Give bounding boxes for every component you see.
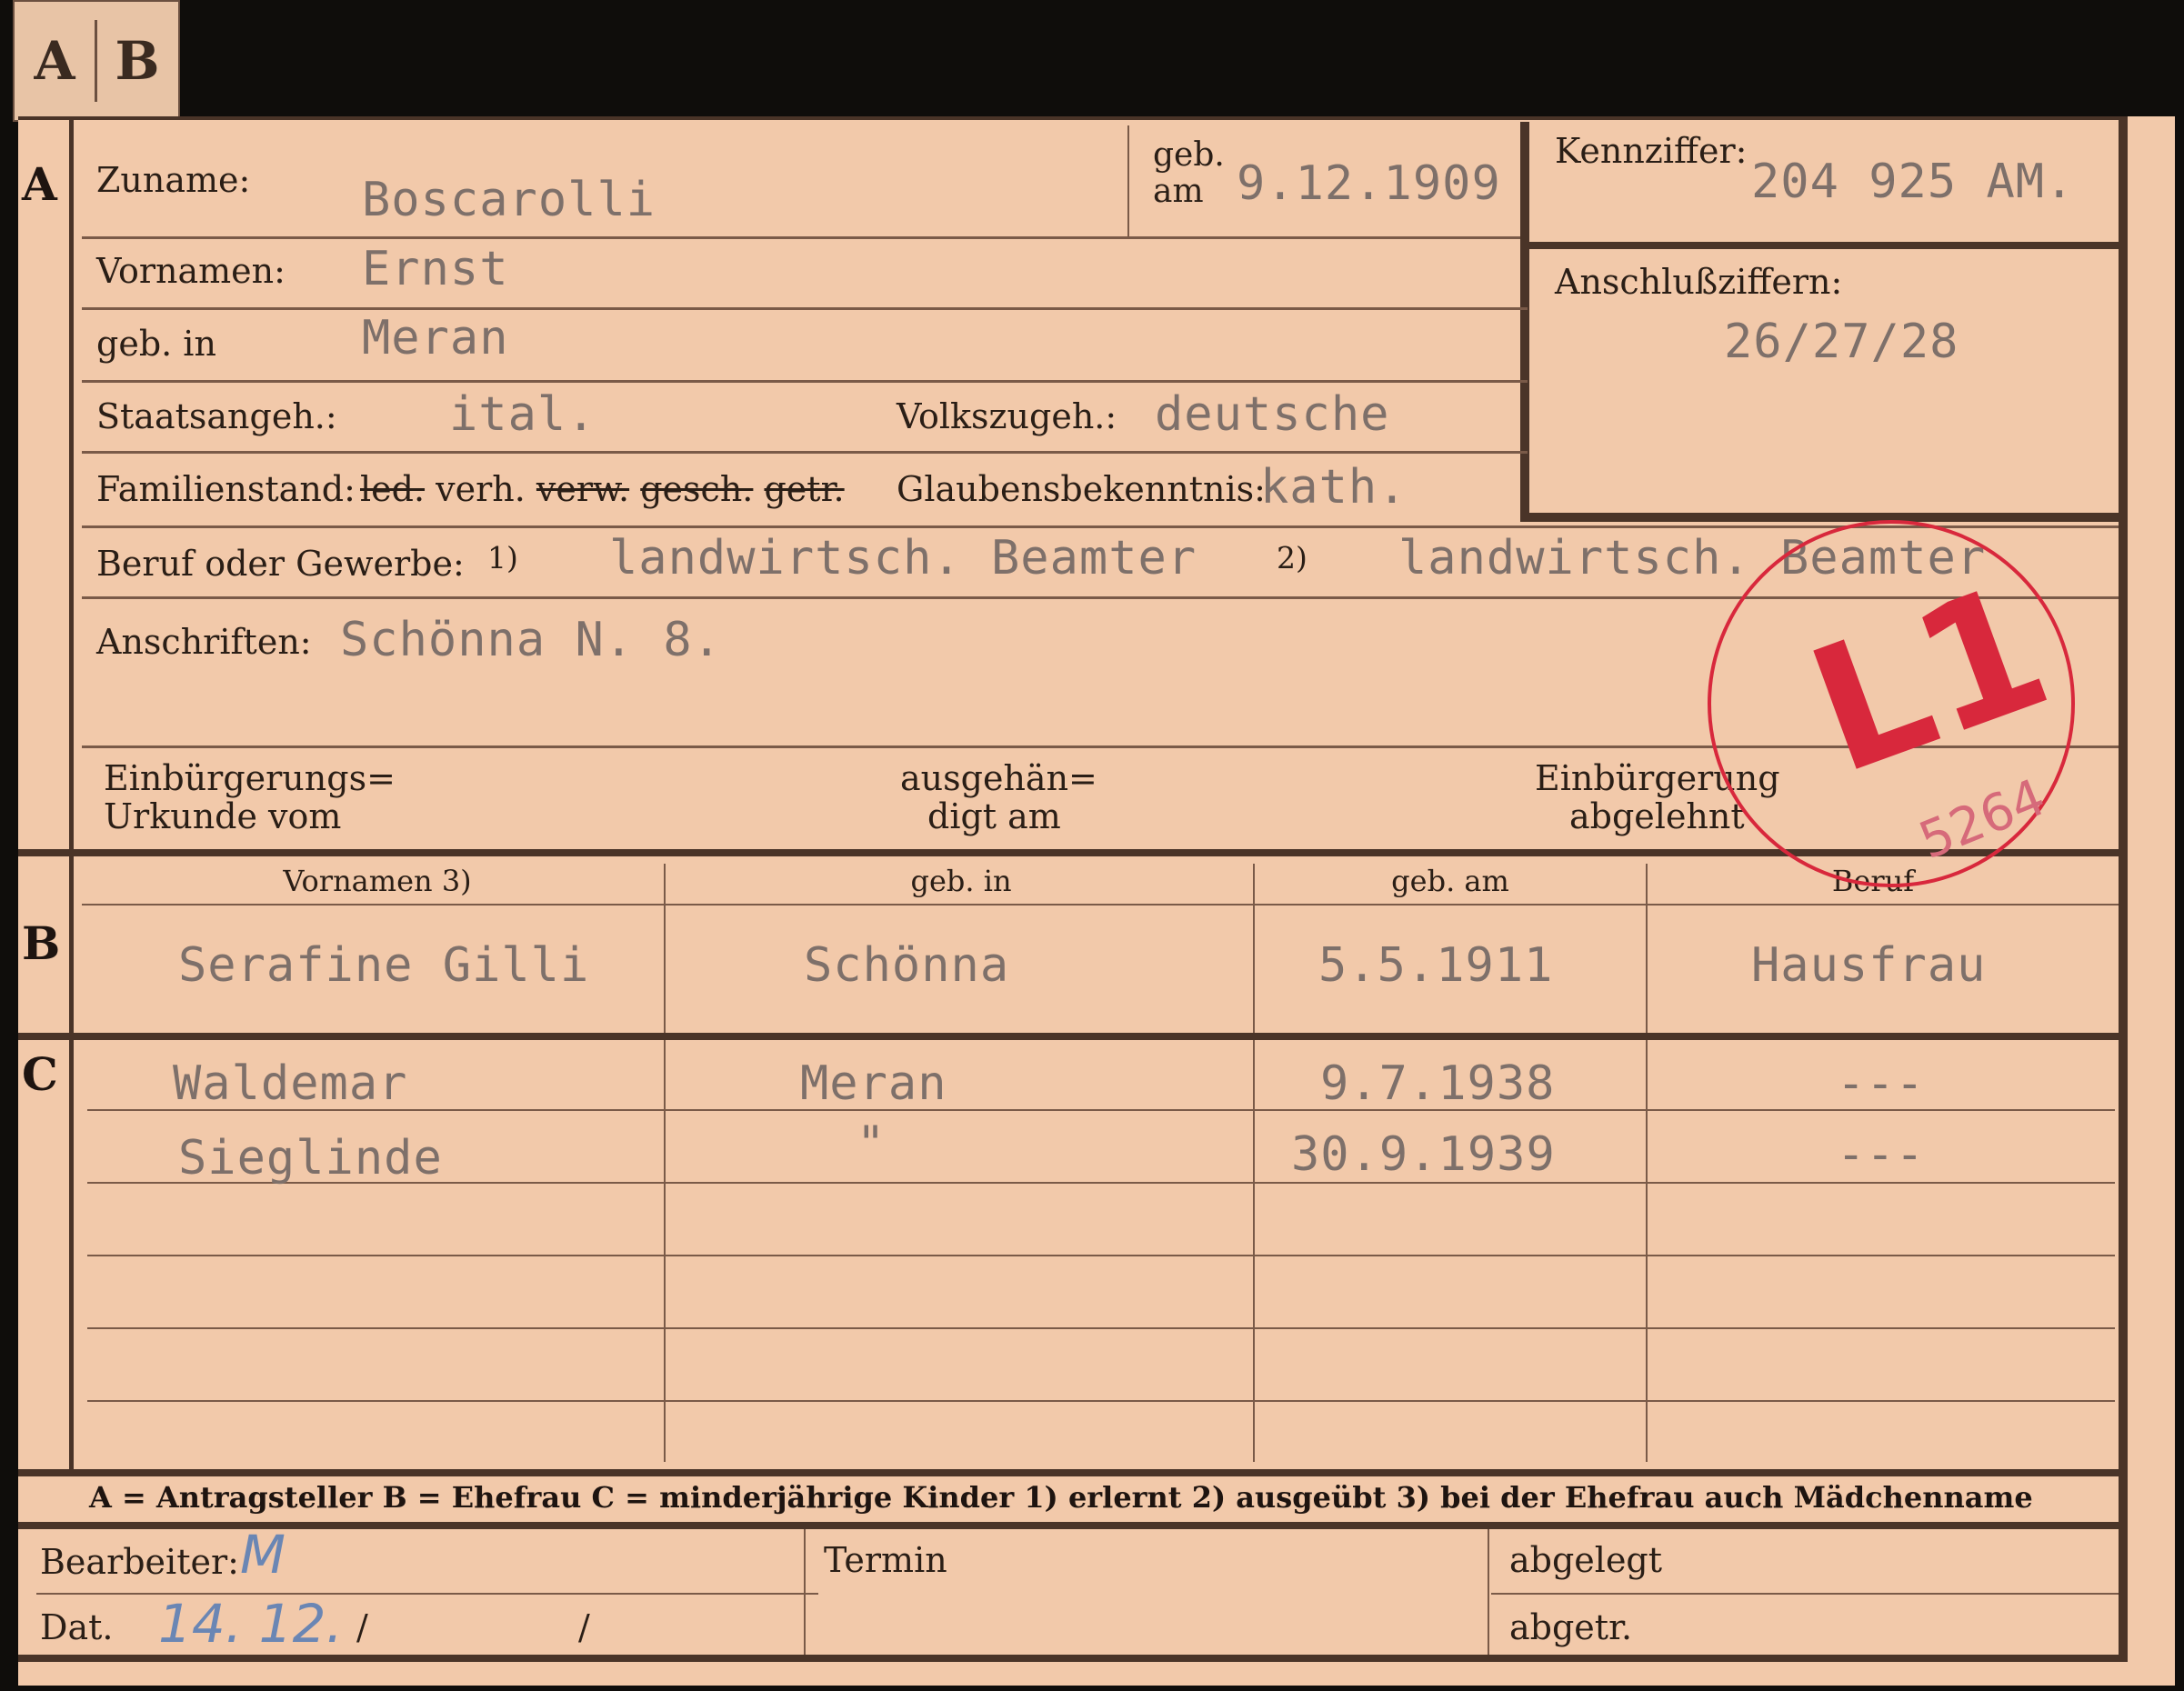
rule-a4 <box>82 451 1528 454</box>
legend-text: A = Antragsteller B = Ehefrau C = minder… <box>89 1480 2033 1515</box>
einbuergerung-label-2: Urkunde vom <box>104 796 342 836</box>
left-border <box>69 116 74 1471</box>
zuname-value: Boscarolli <box>362 173 656 227</box>
b-header-geb-am: geb. am <box>1391 864 1509 898</box>
divider-legend-footer <box>18 1522 2128 1529</box>
rule-a1 <box>82 236 1528 239</box>
divider-b-c <box>18 1033 2128 1040</box>
familienstand-option-verw: verw. <box>536 469 630 509</box>
c-row-1-geb-in: Meran <box>800 1056 947 1111</box>
anschriften-label: Anschriften: <box>96 622 312 662</box>
footer-col-line-1 <box>804 1529 806 1662</box>
kennziffer-label: Kennziffer: <box>1555 131 1748 171</box>
termin-label: Termin <box>824 1540 947 1580</box>
volks-value: deutsche <box>1155 387 1390 442</box>
bottom-border <box>18 1655 2128 1662</box>
tab-letter-a: A <box>34 30 75 92</box>
familienstand-options: led. verh. verw. gesch. getr. <box>360 469 845 509</box>
dat-sep-2: / <box>578 1607 590 1647</box>
dat-value: 14. 12. <box>158 1593 343 1655</box>
tab-letter-b: B <box>115 30 160 92</box>
kennziffer-box-left <box>1520 122 1529 522</box>
c-row-1-name: Waldemar <box>173 1056 408 1111</box>
geb-am-label-1: geb. <box>1153 136 1225 174</box>
right-border <box>2119 116 2128 1662</box>
familienstand-option-led: led. <box>360 469 426 509</box>
geb-in-label: geb. in <box>96 324 216 364</box>
geb-am-label-2: am <box>1153 173 1204 210</box>
b-geb-in-value: Schönna <box>804 938 1010 993</box>
index-card: A Zuname: Boscarolli geb. am 9.12.1909 K… <box>18 116 2175 1686</box>
glaubens-value: kath. <box>1260 460 1408 515</box>
b-header-geb-in: geb. in <box>910 864 1012 898</box>
c-row-2-geb-in: " <box>857 1116 887 1171</box>
staats-value: ital. <box>449 387 596 442</box>
dat-sep-1: / <box>356 1607 368 1647</box>
b-vornamen-value: Serafine Gilli <box>178 938 590 993</box>
card-tab: A B <box>13 0 180 122</box>
footer-rule-right <box>1491 1593 2119 1595</box>
rule-a3 <box>82 380 1528 383</box>
ausgehaendigt-label-1: ausgehän= <box>900 758 1097 798</box>
glaubens-label: Glaubensbekenntnis: <box>897 469 1266 509</box>
rejection-stamp: L1 5264 <box>1708 520 2075 887</box>
kennziffer-box-mid <box>1520 242 2120 249</box>
c-row-2-name: Sieglinde <box>178 1131 443 1186</box>
familienstand-label: Familienstand: <box>96 469 356 509</box>
abgetr-label: abgetr. <box>1509 1607 1633 1647</box>
familienstand-option-getr: getr. <box>764 469 845 509</box>
c-row-2-geb-am: 30.9.1939 <box>1291 1127 1556 1182</box>
vornamen-label: Vornamen: <box>96 251 286 291</box>
familienstand-option-gesch: gesch. <box>640 469 754 509</box>
beruf-1-mark: 1) <box>487 540 518 575</box>
c-row-1-beruf: --- <box>1837 1056 1925 1111</box>
section-b-marker: B <box>22 916 61 970</box>
section-c-marker: C <box>22 1047 58 1101</box>
c-row-line-5 <box>87 1400 2115 1402</box>
zuname-divider <box>1127 125 1129 236</box>
volks-label: Volkszugeh.: <box>897 396 1117 436</box>
anschluss-label: Anschlußziffern: <box>1555 262 1843 302</box>
einbuergerung-label-1: Einbürgerungs= <box>104 758 396 798</box>
beruf-label: Beruf oder Gewerbe: <box>96 544 465 584</box>
vornamen-value: Ernst <box>362 242 509 296</box>
kennziffer-value: 204 925 AM. <box>1751 155 2075 209</box>
top-border <box>18 116 2128 120</box>
familienstand-option-verh: verh. <box>436 469 526 509</box>
c-row-line-4 <box>87 1327 2115 1329</box>
geb-in-value: Meran <box>362 311 509 365</box>
c-row-2-beruf: --- <box>1837 1127 1925 1182</box>
footer-col-line-2 <box>1488 1529 1489 1662</box>
beruf-1-value: landwirtsch. Beamter <box>609 531 1197 585</box>
anschluss-value: 26/27/28 <box>1724 315 1959 369</box>
divider-c-legend <box>18 1469 2128 1476</box>
c-row-1-geb-am: 9.7.1938 <box>1320 1056 1556 1111</box>
zuname-label: Zuname: <box>96 160 251 200</box>
bearbeiter-label: Bearbeiter: <box>40 1542 239 1582</box>
b-header-vornamen: Vornamen 3) <box>283 864 472 898</box>
bearbeiter-value: M <box>240 1524 286 1586</box>
section-a-marker: A <box>22 157 57 211</box>
b-beruf-value: Hausfrau <box>1751 938 1987 993</box>
anschriften-value: Schönna N. 8. <box>340 613 722 667</box>
ausgehaendigt-label-2: digt am <box>927 796 1061 836</box>
staats-label: Staatsangeh.: <box>96 396 337 436</box>
abgelegt-label: abgelegt <box>1509 1540 1663 1580</box>
footer-rule-left <box>36 1593 818 1595</box>
rule-a2 <box>82 307 1528 310</box>
geb-am-value: 9.12.1909 <box>1237 156 1501 211</box>
dat-label: Dat. <box>40 1607 114 1647</box>
c-row-line-3 <box>87 1255 2115 1256</box>
b-geb-am-value: 5.5.1911 <box>1318 938 1554 993</box>
beruf-2-mark: 2) <box>1277 540 1307 575</box>
